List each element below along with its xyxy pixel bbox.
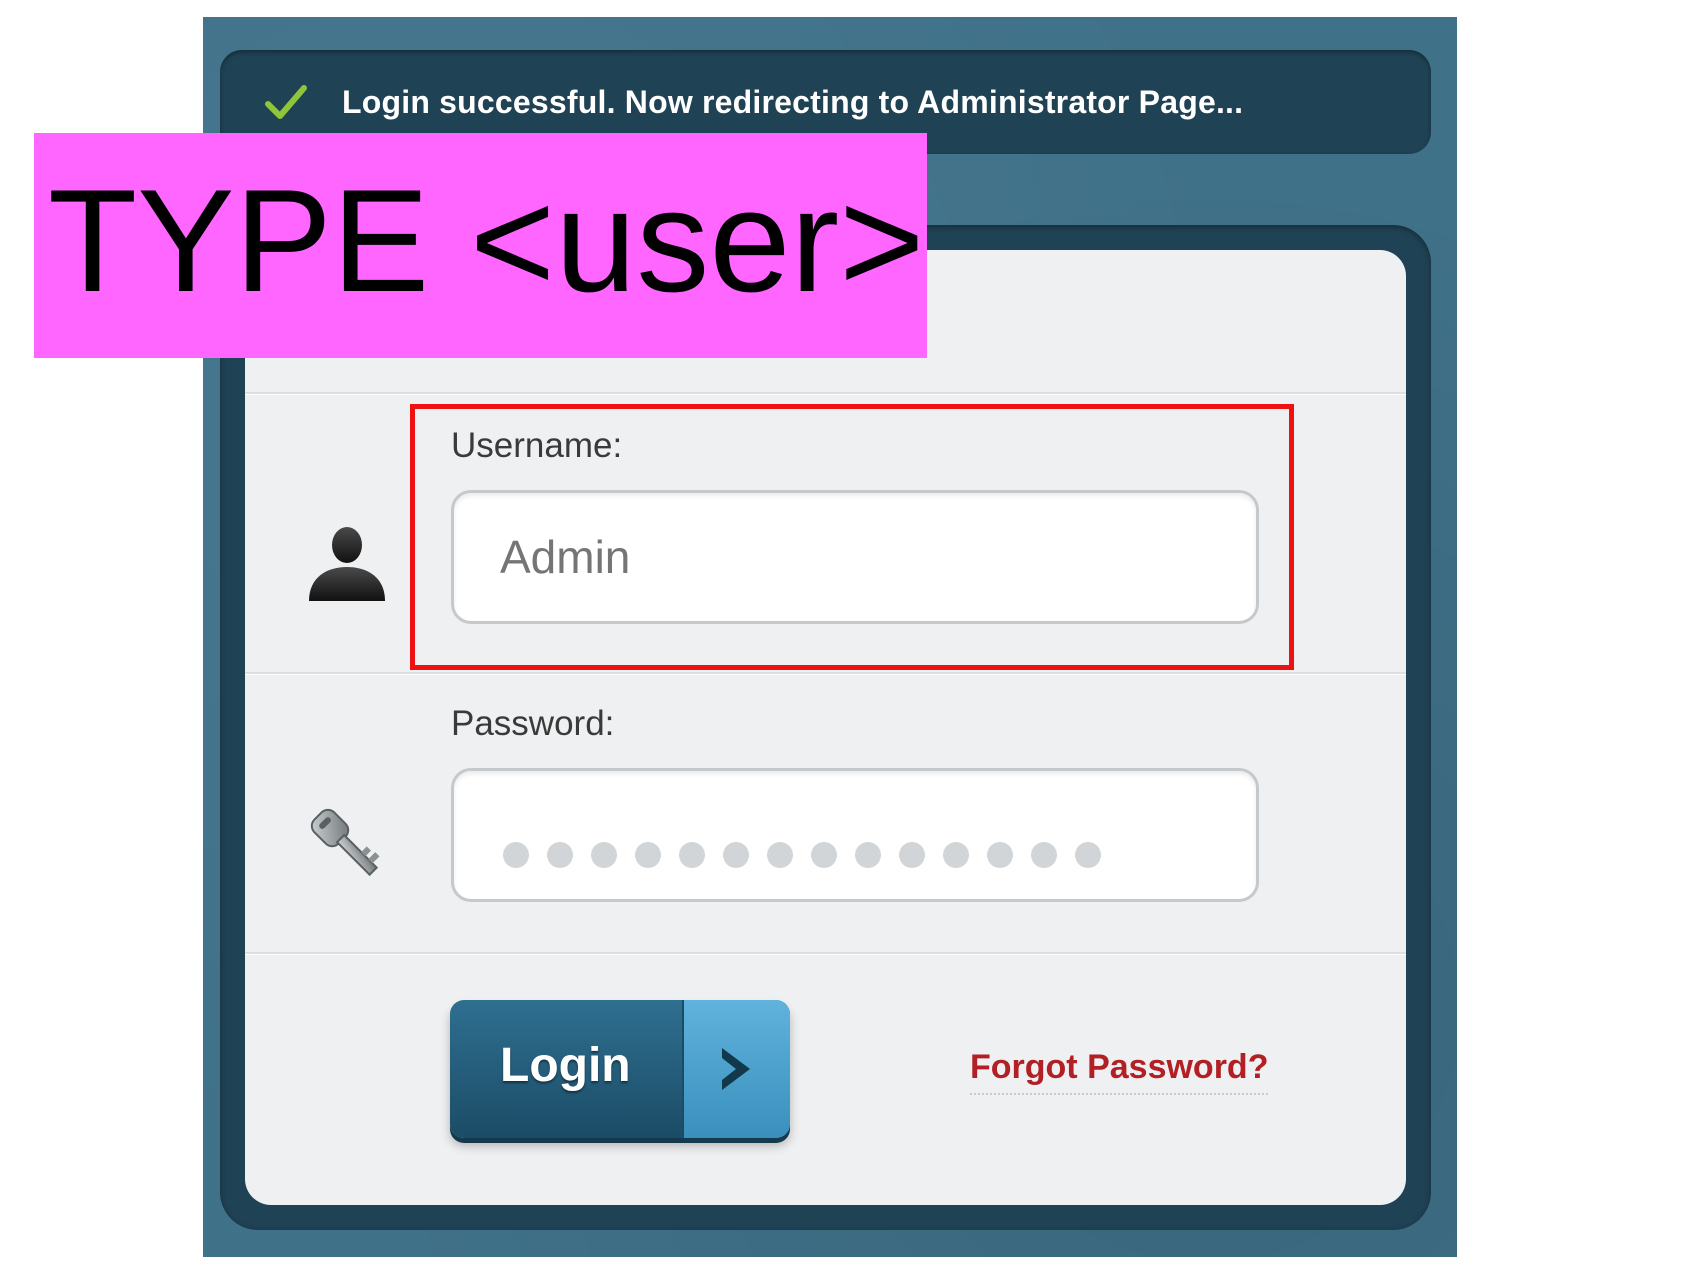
password-dot [811,842,837,868]
password-dot [899,842,925,868]
login-button[interactable]: Login [450,1000,790,1138]
password-dot [547,842,573,868]
password-dot [635,842,661,868]
divider [245,672,1406,675]
key-icon [310,808,380,877]
password-input[interactable] [451,768,1259,902]
password-dot [855,842,881,868]
checkmark-icon [265,85,307,119]
password-dot [503,842,529,868]
password-dot [987,842,1013,868]
password-dot [723,842,749,868]
password-masked-value [503,842,1101,868]
username-label: Username: [451,426,623,465]
login-button-label: Login [500,1039,631,1092]
password-dot [1031,842,1057,868]
password-dot [1075,842,1101,868]
forgot-password-link[interactable]: Forgot Password? [970,1048,1269,1095]
chevron-right-icon [722,1048,750,1090]
login-arrow-segment [682,1000,790,1138]
divider [245,952,1406,955]
password-dot [591,842,617,868]
password-dot [767,842,793,868]
status-message: Login successful. Now redirecting to Adm… [342,84,1244,120]
password-dot [679,842,705,868]
user-icon [309,527,385,601]
password-dot [943,842,969,868]
username-input[interactable] [451,490,1259,624]
password-label: Password: [451,704,615,743]
annotation-text: TYPE <user> [48,159,925,322]
divider [245,392,1406,395]
